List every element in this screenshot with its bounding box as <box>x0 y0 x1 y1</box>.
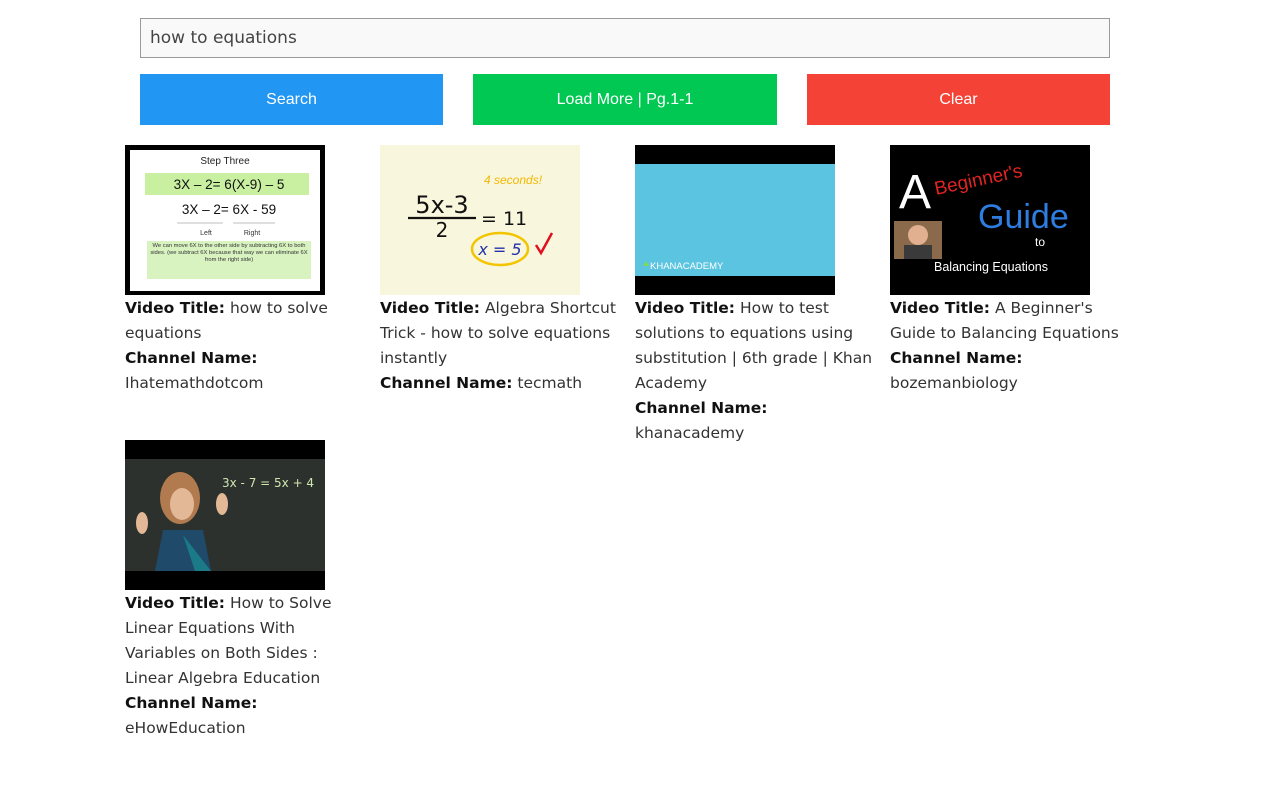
svg-text:A: A <box>899 166 931 219</box>
channel-name: tecmath <box>517 374 582 392</box>
video-card: KHANACADEMY Video Title: How to test sol… <box>635 145 875 446</box>
load-more-button[interactable]: Load More | Pg.1-1 <box>473 74 777 125</box>
search-button[interactable]: Search <box>140 74 443 125</box>
svg-text:3x - 7 = 5x + 4: 3x - 7 = 5x + 4 <box>222 476 314 490</box>
video-thumbnail[interactable]: 3x - 7 = 5x + 4 <box>125 440 325 590</box>
channel-name-label: Channel Name: <box>380 374 512 392</box>
video-thumbnail[interactable]: 4 seconds! 5x-3 2 = 11 x = 5 <box>380 145 580 295</box>
video-title-label: Video Title: <box>125 594 225 612</box>
svg-text:5x-3: 5x-3 <box>415 191 468 219</box>
video-title-label: Video Title: <box>380 299 480 317</box>
khan-academy-logo: KHANACADEMY <box>650 261 724 272</box>
svg-text:= 11: = 11 <box>481 208 527 230</box>
search-input[interactable] <box>140 18 1110 58</box>
channel-name: eHowEducation <box>125 719 246 737</box>
video-thumbnail[interactable]: KHANACADEMY <box>635 145 835 295</box>
channel-name: bozemanbiology <box>890 374 1018 392</box>
channel-name-label: Channel Name: <box>890 349 1022 367</box>
svg-text:Right: Right <box>244 230 260 237</box>
channel-name: khanacademy <box>635 424 744 442</box>
svg-text:x = 5: x = 5 <box>477 240 521 259</box>
svg-text:Left: Left <box>200 230 212 237</box>
video-card: A Beginner's Guide to Balancing Equation… <box>890 145 1130 396</box>
svg-text:2: 2 <box>436 218 449 242</box>
svg-text:3X – 2= 6X - 59: 3X – 2= 6X - 59 <box>182 202 276 217</box>
video-card: 3x - 7 = 5x + 4 Video Title: How to Solv… <box>125 440 365 741</box>
clear-button[interactable]: Clear <box>807 74 1110 125</box>
video-title-label: Video Title: <box>890 299 990 317</box>
svg-text:to: to <box>1035 235 1045 249</box>
channel-name-label: Channel Name: <box>635 399 767 417</box>
svg-text:4 seconds!: 4 seconds! <box>484 173 543 187</box>
channel-name-label: Channel Name: <box>125 694 257 712</box>
video-thumbnail[interactable]: Step Three 3X – 2= 6(X-9) – 5 3X – 2= 6X… <box>125 145 325 295</box>
video-card: 4 seconds! 5x-3 2 = 11 x = 5 Video Title… <box>380 145 620 396</box>
video-thumbnail[interactable]: A Beginner's Guide to Balancing Equation… <box>890 145 1090 295</box>
svg-text:Step Three: Step Three <box>200 156 250 167</box>
svg-text:Guide: Guide <box>978 198 1069 236</box>
video-title-label: Video Title: <box>635 299 735 317</box>
svg-text:Balancing Equations: Balancing Equations <box>934 260 1048 274</box>
svg-text:3X – 2= 6(X-9) – 5: 3X – 2= 6(X-9) – 5 <box>174 177 285 192</box>
channel-name-label: Channel Name: <box>125 349 257 367</box>
video-card: Step Three 3X – 2= 6(X-9) – 5 3X – 2= 6X… <box>125 145 365 396</box>
video-title-label: Video Title: <box>125 299 225 317</box>
channel-name: Ihatemathdotcom <box>125 374 264 392</box>
